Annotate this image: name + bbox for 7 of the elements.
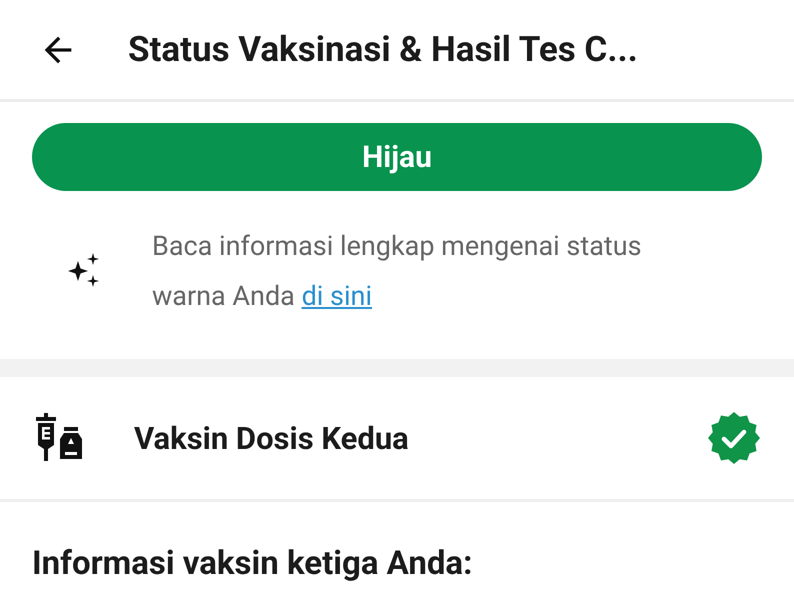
info-text: Baca informasi lengkap mengenai status warna Anda di sini <box>152 229 643 314</box>
vaccine-dose-label: Vaksin Dosis Kedua <box>134 420 410 456</box>
info-link[interactable]: di sini <box>302 280 372 312</box>
page-title: Status Vaksinasi & Hasil Tes C... <box>128 29 638 70</box>
section-heading: Informasi vaksin ketiga Anda: <box>32 544 474 583</box>
status-pill: Hijau <box>32 123 762 191</box>
syringe-vial-icon <box>34 413 84 463</box>
